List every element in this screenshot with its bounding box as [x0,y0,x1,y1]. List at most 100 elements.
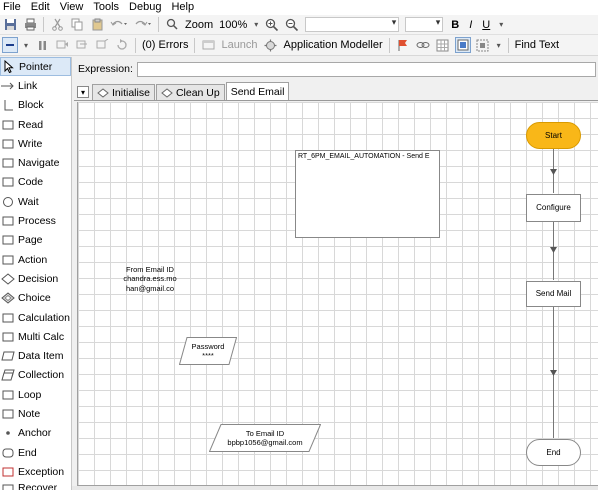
redo-icon[interactable] [133,17,153,33]
chevron-down-icon[interactable]: ▾ [497,17,505,33]
palette-item-anchor[interactable]: Anchor [0,424,71,443]
save-icon[interactable] [2,17,18,33]
menu-debug[interactable]: Debug [124,0,166,15]
end-stage[interactable]: End [526,439,581,466]
launch-icon[interactable] [200,37,216,53]
underline-button[interactable]: U [477,19,495,31]
menu-view[interactable]: View [55,0,89,15]
palette-label: Code [18,176,44,189]
palette-item-action[interactable]: Action [0,250,71,269]
start-stage[interactable]: Start [526,122,581,149]
menu-file[interactable]: File [0,0,26,15]
toolbar-divider [158,17,159,32]
grid-icon[interactable] [435,37,451,53]
step-over-icon[interactable] [74,37,90,53]
code-icon [0,175,16,189]
zoom-out-icon[interactable] [284,17,300,33]
process-icon [0,214,16,228]
palette-item-wait[interactable]: Wait [0,192,71,211]
tab-label: Clean Up [175,86,220,99]
process-toolbar: ▾ (0) Errors Launch Application Modeller… [0,35,598,56]
palette-label: Loop [18,388,42,401]
menu-tools[interactable]: Tools [88,0,124,15]
copy-icon[interactable] [69,17,85,33]
note-stage[interactable]: RT_6PM_EMAIL_AUTOMATION - Send E [295,150,440,238]
cut-icon[interactable] [49,17,65,33]
link-chain-icon[interactable] [415,37,431,53]
palette-label: Exception [18,465,65,478]
palette-item-decision[interactable]: Decision [0,269,71,288]
menu-edit[interactable]: Edit [26,0,55,15]
zoom-value[interactable]: 100% [216,19,250,31]
restart-icon[interactable] [114,37,130,53]
page-icon [161,87,173,98]
palette-item-collection[interactable]: Collection [0,366,71,385]
tab-clean-up[interactable]: Clean Up [155,84,225,100]
bold-button[interactable]: B [446,19,464,31]
palette-label: Decision [18,272,59,285]
palette-item-loop[interactable]: Loop [0,385,71,404]
palette-item-note[interactable]: Note [0,404,71,423]
undo-icon[interactable] [109,17,129,33]
application-modeller-icon[interactable] [263,37,279,53]
stage-palette: Pointer Link Block Read Write Navigate C… [0,57,72,490]
font-size-select[interactable] [405,17,444,32]
palette-item-end[interactable]: End [0,443,71,462]
errors-button[interactable]: (0) Errors [139,39,191,51]
palette-item-code[interactable]: Code [0,173,71,192]
palette-item-page[interactable]: Page [0,231,71,250]
step-out-icon[interactable] [94,37,110,53]
menu-help[interactable]: Help [166,0,199,15]
palette-item-calculation[interactable]: Calculation [0,308,71,327]
application-modeller-button[interactable]: Application Modeller [281,39,386,51]
toolbar-divider [135,37,136,53]
palette-item-pointer[interactable]: Pointer [0,57,71,77]
palette-item-process[interactable]: Process [0,211,71,230]
tab-send-email[interactable]: Send Email [225,82,290,100]
chevron-down-icon[interactable]: ▾ [22,37,30,53]
italic-button[interactable]: I [464,19,477,31]
page-icon [97,87,109,98]
palette-item-write[interactable]: Write [0,134,71,153]
palette-item-choice[interactable]: Choice [0,289,71,308]
tab-initialise[interactable]: Initialise [92,84,155,100]
configure-stage[interactable]: Configure [526,194,581,222]
pause-icon[interactable] [34,37,50,53]
palette-label: Process [18,215,56,228]
palette-item-block[interactable]: Block [0,96,71,115]
palette-label: Navigate [18,157,60,170]
palette-item-exception[interactable]: Exception [0,462,71,481]
palette-label: Multi Calc [18,330,65,343]
process-canvas[interactable]: Start Configure Send Mail End RT_6PM_EMA… [77,102,598,486]
step-icon[interactable] [54,37,70,53]
launch-button[interactable]: Launch [218,39,260,51]
password-data-item[interactable]: Password **** [179,337,237,365]
print-icon[interactable] [22,17,38,33]
layout-icon[interactable] [454,37,471,53]
palette-label: Write [18,137,43,150]
palette-item-recover[interactable]: Recover [0,482,71,490]
paste-icon[interactable] [89,17,105,33]
horizontal-scrollbar[interactable] [72,486,598,490]
from-email-data-item[interactable]: From Email ID chandra.ess.mo han@gmail.c… [120,264,180,294]
chevron-down-icon[interactable]: ▾ [495,37,503,53]
stage-label: Start [545,130,562,140]
snap-icon[interactable] [475,37,491,53]
palette-label: Wait [18,195,39,208]
expression-input[interactable] [136,61,596,77]
palette-item-data-item[interactable]: Data Item [0,346,71,365]
toolbar-divider [507,37,509,53]
tab-list-dropdown[interactable]: ▾ [77,86,89,98]
send-mail-stage[interactable]: Send Mail [526,281,581,307]
flag-icon[interactable] [395,37,411,53]
to-email-data-item[interactable]: To Email ID bpbp1056@gmail.com [209,424,321,452]
chevron-down-icon[interactable]: ▾ [252,17,260,33]
font-name-select[interactable] [305,17,400,32]
palette-item-navigate[interactable]: Navigate [0,153,71,172]
zoom-in-icon[interactable] [264,17,280,33]
palette-item-multi-calc[interactable]: Multi Calc [0,327,71,346]
run-icon[interactable] [2,37,18,53]
palette-item-link[interactable]: Link [0,76,71,95]
palette-item-read[interactable]: Read [0,115,71,134]
find-text-button[interactable]: Find Text [512,39,562,51]
